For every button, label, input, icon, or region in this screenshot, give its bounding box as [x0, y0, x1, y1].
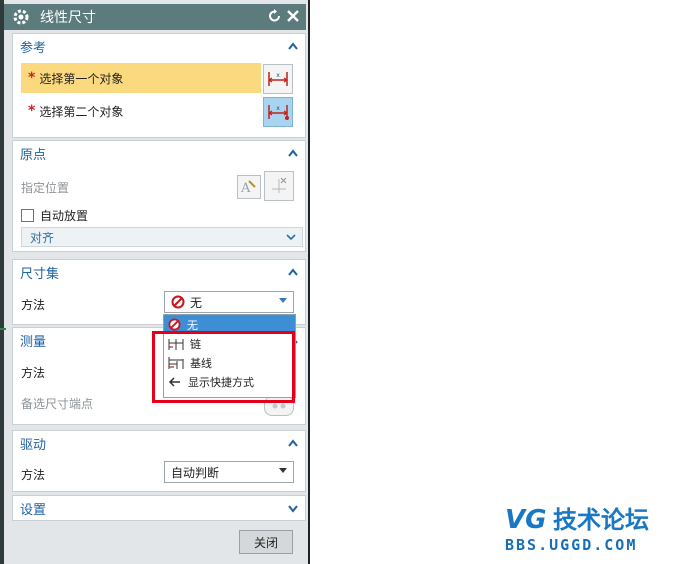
- specify-location-button[interactable]: [264, 171, 294, 201]
- reference-header[interactable]: 参考: [13, 34, 305, 58]
- origin-title: 原点: [20, 147, 47, 163]
- drive-method-label: 方法: [21, 468, 46, 482]
- chevron-up-icon[interactable]: [287, 437, 299, 449]
- chevron-down-icon: [286, 234, 296, 241]
- point-icon: [272, 177, 287, 193]
- dropdown-arrow-icon: [279, 468, 287, 473]
- select-second-object-button[interactable]: x: [263, 97, 293, 127]
- drive-method-value: 自动判断: [171, 465, 220, 480]
- prohibited-icon: [171, 295, 185, 309]
- chevron-up-icon[interactable]: [287, 40, 299, 52]
- close-icon[interactable]: [285, 8, 301, 24]
- svg-text:x: x: [276, 72, 280, 79]
- specify-location-row: 指定位置: [21, 179, 69, 196]
- watermark-logo-text: 技术论坛: [553, 506, 649, 534]
- alt-endpoint-label: 备选尺寸端点: [21, 397, 94, 411]
- alignment-label: 对齐: [30, 230, 55, 245]
- gear-icon[interactable]: [12, 8, 30, 26]
- ug-forum-logo: VG 技术论坛: [505, 505, 649, 534]
- title-bar: 线性尺寸: [4, 4, 306, 30]
- alt-endpoint-row: 备选尺寸端点: [21, 395, 93, 412]
- required-mark: *: [28, 70, 36, 86]
- auto-place-label: 自动放置: [40, 209, 89, 223]
- auto-place-checkbox[interactable]: [21, 209, 34, 222]
- linear-dimension-dialog: 线性尺寸 参考 * 选择第一个对象 x * 选择第二个对象 x 原点 指定位置 …: [0, 0, 310, 564]
- required-mark: *: [28, 103, 36, 119]
- dimension-set-header[interactable]: 尺寸集: [13, 260, 305, 284]
- dimension-set-method-value: 无: [190, 295, 203, 310]
- svg-text:A: A: [240, 181, 251, 195]
- text-settings-icon: A: [240, 180, 256, 195]
- left-edge: [0, 0, 4, 564]
- watermark-url: BBS.UGGD.COM: [505, 536, 638, 554]
- chevron-up-icon[interactable]: [287, 266, 299, 278]
- measure-title: 测量: [20, 334, 47, 350]
- dimension-set-method-row: 方法: [21, 296, 45, 313]
- linear-dimension-icon: x: [268, 72, 288, 86]
- drive-title: 驱动: [20, 437, 47, 453]
- settings-title: 设置: [20, 502, 47, 518]
- specify-location-label: 指定位置: [21, 181, 70, 195]
- dimension-set-method-dropdown[interactable]: 无: [164, 291, 294, 313]
- close-button[interactable]: 关闭: [239, 530, 293, 554]
- select-second-object-row[interactable]: * 选择第二个对象: [21, 96, 261, 126]
- annotation-highlight-box: [152, 331, 295, 403]
- select-first-object-button[interactable]: x: [263, 64, 293, 94]
- prohibited-icon: [168, 318, 181, 331]
- linear-dimension-icon: x: [268, 105, 289, 120]
- drive-section: 驱动 方法 自动判断: [12, 430, 306, 492]
- dialog-title: 线性尺寸: [40, 10, 96, 26]
- auto-place-row[interactable]: 自动放置: [21, 207, 88, 224]
- reset-icon[interactable]: [267, 8, 283, 24]
- select-second-object-label: 选择第二个对象: [39, 104, 124, 119]
- svg-text:VG: VG: [505, 505, 546, 534]
- select-first-object-label: 选择第一个对象: [39, 71, 124, 86]
- measure-method-row: 方法: [21, 364, 45, 381]
- watermark-logo: VG 技术论坛: [505, 502, 690, 534]
- dropdown-arrow-icon: [279, 298, 287, 303]
- drive-method-dropdown[interactable]: 自动判断: [164, 461, 294, 483]
- origin-section: 原点 指定位置 A 自动放置 对齐: [12, 140, 306, 252]
- reference-title: 参考: [20, 40, 47, 56]
- chevron-down-icon[interactable]: [287, 502, 299, 514]
- reference-section: 参考 * 选择第一个对象 x * 选择第二个对象 x: [12, 33, 306, 138]
- dimension-set-title: 尺寸集: [20, 266, 60, 282]
- drive-header[interactable]: 驱动: [13, 431, 305, 455]
- origin-header[interactable]: 原点: [13, 141, 305, 165]
- alignment-dropdown[interactable]: 对齐: [21, 227, 303, 247]
- drive-method-row: 方法: [21, 466, 45, 483]
- graphics-line: [0, 328, 6, 330]
- svg-text:x: x: [276, 105, 280, 112]
- settings-header[interactable]: 设置: [13, 496, 305, 520]
- text-settings-button[interactable]: A: [237, 175, 261, 199]
- select-first-object-row[interactable]: * 选择第一个对象: [21, 63, 261, 93]
- settings-section: 设置: [12, 495, 306, 521]
- chevron-up-icon[interactable]: [287, 147, 299, 159]
- measure-method-label: 方法: [21, 366, 46, 380]
- watermark: VG 技术论坛 BBS.UGGD.COM: [505, 502, 690, 557]
- method-label: 方法: [21, 298, 46, 312]
